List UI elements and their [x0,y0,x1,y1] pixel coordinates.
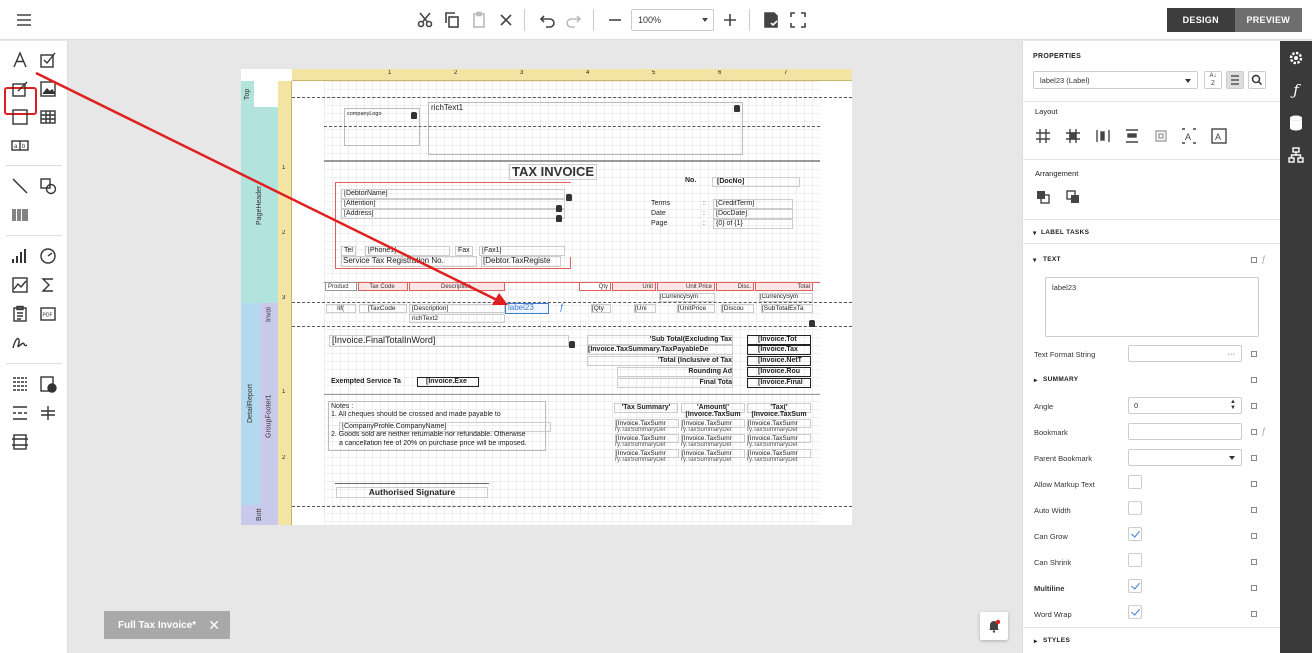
property-marker[interactable] [1251,455,1257,461]
summary-title[interactable]: SUMMARY [1043,376,1078,383]
side-tab-bar: ƒ [1280,41,1312,653]
allow-markup-checkbox[interactable] [1128,475,1142,489]
text-value-editor[interactable]: label23 [1045,277,1259,337]
search-icon[interactable] [1248,71,1266,89]
text-section-title[interactable]: TEXT [1043,256,1061,263]
database-icon[interactable] [1287,114,1305,132]
fit-text-icon[interactable]: A [1211,128,1227,144]
properties-title: PROPERTIES [1033,53,1082,60]
grow-font-icon[interactable]: A [1181,128,1197,144]
property-marker[interactable] [1251,481,1257,487]
word-wrap-label: Word Wrap [1034,610,1072,619]
text-format-input[interactable]: ··· [1128,345,1242,362]
angle-value: 0 [1134,401,1139,410]
function-icon[interactable]: ƒ [1261,254,1266,264]
sort-az-icon[interactable]: A↓ Z [1204,71,1222,89]
label-tasks-title[interactable]: LABEL TASKS [1041,229,1089,236]
bookmark-input[interactable] [1128,423,1242,440]
text-section-caret[interactable]: ▾ [1033,256,1036,264]
property-marker[interactable] [1251,611,1257,617]
multiline-checkbox[interactable] [1128,579,1142,593]
summary-caret[interactable]: ▸ [1034,376,1037,384]
notification-bell-icon[interactable] [980,612,1008,640]
document-tab[interactable]: Full Tax Invoice* ✕ [104,611,230,639]
arrangement-title: Arrangement [1035,169,1079,178]
property-marker[interactable] [1251,559,1257,565]
property-marker[interactable] [1251,403,1257,409]
bring-to-front-icon[interactable] [1035,189,1051,205]
function-icon[interactable]: ƒ [1287,81,1305,99]
property-marker[interactable] [1251,507,1257,513]
property-marker[interactable] [1251,429,1257,435]
property-marker[interactable] [1251,257,1257,263]
property-marker[interactable] [1251,377,1257,383]
can-grow-label: Can Grow [1034,532,1068,541]
properties-panel: PROPERTIES label23 (Label) A↓ Z Layout A … [1022,41,1281,653]
categorized-icon[interactable] [1226,71,1244,89]
property-marker[interactable] [1251,585,1257,591]
text-value: label23 [1052,283,1077,292]
can-grow-checkbox[interactable] [1128,527,1142,541]
report-explorer-icon[interactable] [1287,146,1305,164]
gear-icon[interactable] [1287,49,1305,67]
angle-input[interactable]: 0 ▲ ▼ [1128,397,1242,414]
function-icon[interactable]: ƒ [1261,426,1266,436]
document-tab-label: Full Tax Invoice* [118,619,197,631]
parent-bookmark-select[interactable] [1128,449,1242,466]
center-vertically-icon[interactable] [1124,128,1140,144]
center-horizontally-icon[interactable] [1095,128,1111,144]
bookmark-label: Bookmark [1034,428,1068,437]
close-icon[interactable]: ✕ [208,617,220,634]
fit-bounds-icon[interactable] [1153,128,1169,144]
send-to-back-icon[interactable] [1065,189,1081,205]
size-to-grid-icon[interactable] [1065,128,1081,144]
angle-label: Angle [1034,402,1054,411]
component-select[interactable]: label23 (Label) [1033,71,1198,89]
auto-width-checkbox[interactable] [1128,501,1142,515]
chevron-down-icon [1229,456,1235,460]
chevron-down-icon [1185,79,1191,83]
label-tasks-caret[interactable]: ▾ [1033,229,1036,237]
can-shrink-label: Can Shrink [1034,558,1072,567]
multiline-label: Multiline [1034,584,1065,593]
component-select-value: label23 (Label) [1040,76,1090,85]
spin-icon[interactable]: ▲ ▼ [1230,399,1236,411]
styles-title[interactable]: STYLES [1043,637,1070,644]
auto-width-label: Auto Width [1034,506,1071,515]
styles-caret[interactable]: ▸ [1034,637,1037,645]
text-format-label: Text Format String [1034,350,1096,359]
word-wrap-checkbox[interactable] [1128,605,1142,619]
align-grid-icon[interactable] [1035,128,1051,144]
allow-markup-label: Allow Markup Text [1034,480,1095,489]
ellipsis-button[interactable]: ··· [1228,349,1236,358]
svg-text:A: A [1185,132,1191,142]
property-marker[interactable] [1251,351,1257,357]
parent-bookmark-label: Parent Bookmark [1034,454,1092,463]
property-marker[interactable] [1251,533,1257,539]
can-shrink-checkbox[interactable] [1128,553,1142,567]
svg-text:A: A [1215,132,1221,142]
layout-title: Layout [1035,107,1058,116]
